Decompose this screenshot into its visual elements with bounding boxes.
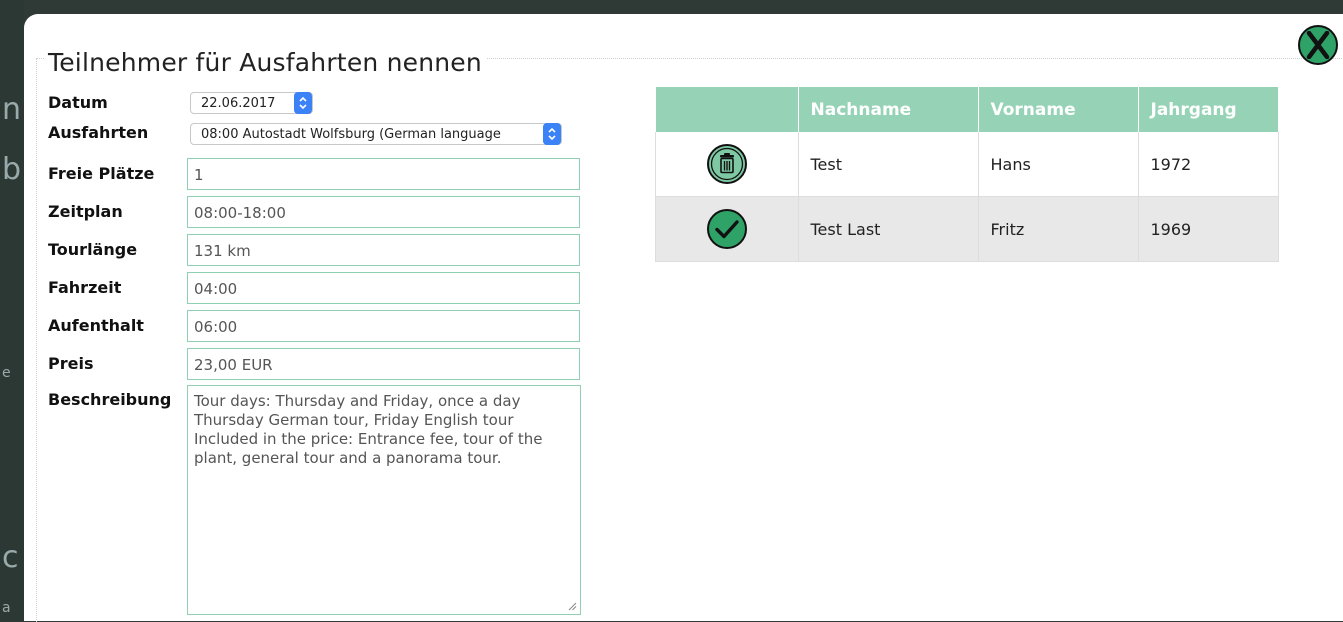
datum-select[interactable]: 22.06.2017 [190,92,313,114]
row-action-cell [655,132,799,197]
chevron-updown-icon [294,92,312,114]
trash-icon[interactable] [706,143,748,185]
preis-field[interactable]: 23,00 EUR [187,348,580,380]
column-header-nachname[interactable]: Nachname [798,87,979,132]
beschreibung-text: Tour days: Thursday and Friday, once a d… [194,392,543,467]
cell-vorname: Fritz [978,196,1139,262]
background-page: n b e c a [0,0,24,621]
close-icon [1306,31,1330,59]
fahrzeit-field[interactable]: 04:00 [187,272,580,304]
tourlaenge-label: Tourlänge [48,240,138,259]
background-text: n [2,92,22,127]
datum-select-value: 22.06.2017 [201,96,276,111]
zeitplan-field[interactable]: 08:00-18:00 [187,196,580,228]
resize-grip-icon[interactable] [568,602,577,611]
freie-plaetze-field[interactable]: 1 [187,158,580,190]
background-text: b [2,152,22,187]
column-header-jahrgang[interactable]: Jahrgang [1138,87,1279,132]
ausfahrten-select-value: 08:00 Autostadt Wolfsburg (German langua… [201,127,501,142]
participants-table: Nachname Vorname Jahrgang Test Hans 1972… [655,87,1279,262]
fahrzeit-label: Fahrzeit [48,278,122,297]
cell-jahrgang: 1972 [1138,132,1279,197]
aufenthalt-label: Aufenthalt [48,316,144,335]
background-text: a [2,600,11,616]
background-text: e [2,365,11,381]
beschreibung-label: Beschreibung [48,390,172,409]
column-header-action [655,87,799,132]
ausfahrten-select[interactable]: 08:00 Autostadt Wolfsburg (German langua… [190,123,562,145]
aufenthalt-field[interactable]: 06:00 [187,310,580,342]
freie-plaetze-label: Freie Plätze [48,164,155,183]
column-header-vorname[interactable]: Vorname [978,87,1139,132]
zeitplan-label: Zeitplan [48,202,123,221]
table-row: Test Hans 1972 [655,132,1279,197]
cell-vorname: Hans [978,132,1139,197]
table-row: Test Last Fritz 1969 [655,196,1279,262]
datum-label: Datum [48,93,108,112]
cell-nachname: Test Last [798,196,979,262]
background-text: c [2,540,19,575]
checkmark-icon[interactable] [706,208,748,250]
beschreibung-textarea[interactable]: Tour days: Thursday and Friday, once a d… [187,385,581,615]
chevron-updown-icon [543,123,561,145]
cell-nachname: Test [798,132,979,197]
row-action-cell [655,196,799,262]
preis-label: Preis [48,354,94,373]
dialog-title: Teilnehmer für Ausfahrten nennen [44,48,486,77]
cell-jahrgang: 1969 [1138,196,1279,262]
close-button[interactable] [1298,25,1338,65]
tourlaenge-field[interactable]: 131 km [187,234,580,266]
table-header-row: Nachname Vorname Jahrgang [655,87,1279,132]
ausfahrten-label: Ausfahrten [48,123,149,142]
